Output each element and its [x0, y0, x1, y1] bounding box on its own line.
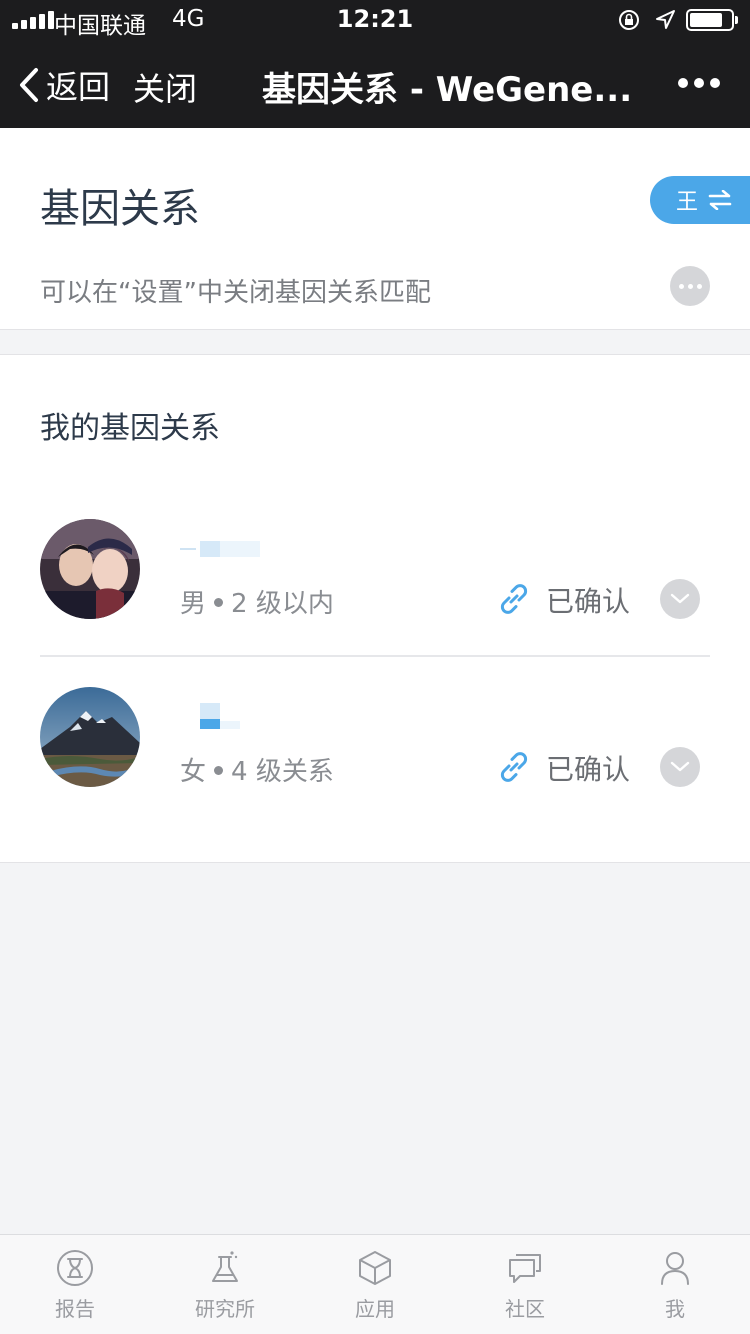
tab-lab[interactable]: 研究所: [150, 1235, 300, 1334]
expand-button[interactable]: [660, 579, 700, 619]
chevron-down-icon: [670, 761, 690, 772]
tab-label: 研究所: [195, 1297, 255, 1321]
hourglass-icon: [57, 1250, 93, 1286]
degree-label: 4 级关系: [231, 757, 334, 787]
bottom-tab-bar: 报告 研究所 应用 社区 我: [0, 1234, 750, 1334]
tab-label: 报告: [55, 1297, 95, 1321]
gender-label: 男: [180, 589, 207, 619]
tab-label: 应用: [355, 1297, 395, 1321]
link-icon: [500, 584, 528, 614]
person-icon: [661, 1252, 689, 1285]
tab-report[interactable]: 报告: [0, 1235, 150, 1334]
profile-name: 王: [676, 190, 699, 215]
close-button[interactable]: 关闭: [133, 64, 197, 110]
battery-icon: [686, 9, 738, 31]
flask-icon: [212, 1251, 238, 1282]
row-divider: [40, 655, 710, 657]
tab-label: 我: [665, 1297, 685, 1321]
options-button[interactable]: [670, 266, 710, 306]
status-confirmed: 已确认: [546, 585, 631, 618]
rotation-lock-icon: [619, 10, 639, 30]
chevron-down-icon: [670, 593, 690, 604]
degree-label: 2 级以内: [231, 589, 334, 619]
relation-meta: 男 2 级以内: [180, 583, 334, 620]
status-confirmed: 已确认: [546, 753, 631, 786]
top-bar: 中国联通 4G 12:21 返回 关闭 基因关系 - WeGene...: [0, 0, 750, 128]
avatar: [40, 519, 140, 619]
back-label: 返回: [46, 68, 111, 106]
page-title: 基因关系: [40, 186, 200, 232]
chevron-left-icon: [20, 68, 38, 102]
section-title: 我的基因关系: [40, 411, 220, 446]
location-arrow-icon: [656, 10, 675, 29]
gender-label: 女: [180, 757, 207, 787]
blurred-name: [180, 541, 260, 557]
relations-card: 我的基因关系 男 2 级以内 已确认 女 4 级关系 已确认: [0, 354, 750, 863]
settings-hint: 可以在“设置”中关闭基因关系匹配: [40, 278, 431, 308]
expand-button[interactable]: [660, 747, 700, 787]
link-icon: [500, 752, 528, 782]
cube-icon: [359, 1251, 391, 1285]
more-menu-button[interactable]: [678, 78, 720, 88]
back-button[interactable]: 返回: [18, 62, 110, 108]
header-card: 基因关系 王 可以在“设置”中关闭基因关系匹配: [0, 128, 750, 330]
tab-apps[interactable]: 应用: [300, 1235, 450, 1334]
switch-profile-button[interactable]: 王: [650, 176, 750, 224]
blurred-name: [200, 703, 240, 729]
tab-me[interactable]: 我: [600, 1235, 750, 1334]
relation-row[interactable]: 女 4 级关系 已确认: [0, 673, 750, 841]
swap-arrows-icon: [708, 190, 732, 210]
relation-row[interactable]: 男 2 级以内 已确认: [0, 505, 750, 673]
chat-icon: [509, 1254, 541, 1283]
tab-community[interactable]: 社区: [450, 1235, 600, 1334]
tab-label: 社区: [505, 1297, 545, 1321]
avatar: [40, 687, 140, 787]
status-bar: 中国联通 4G 12:21: [0, 0, 750, 40]
relation-meta: 女 4 级关系: [180, 751, 334, 788]
nav-title: 基因关系 - WeGene...: [262, 70, 633, 110]
